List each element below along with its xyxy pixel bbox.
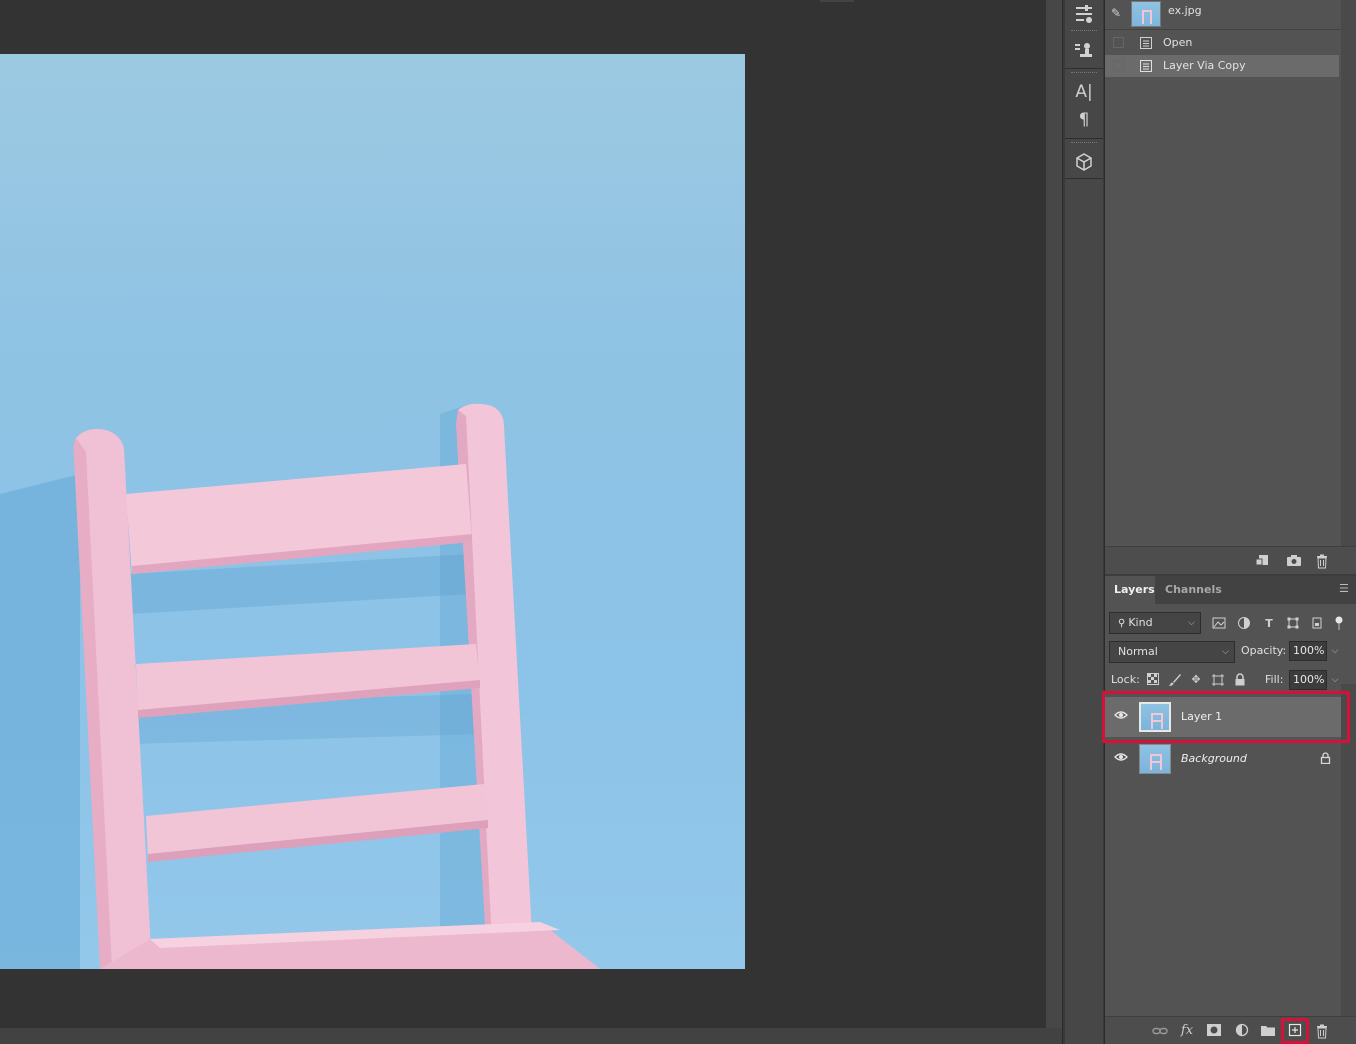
- lock-artboard-icon[interactable]: [1211, 673, 1225, 687]
- paragraph-icon[interactable]: ¶: [1065, 106, 1103, 134]
- layer-name[interactable]: Background: [1181, 752, 1247, 765]
- chevron-down-icon: ⌵: [1222, 647, 1229, 657]
- history-scrollbar[interactable]: [1341, 0, 1356, 546]
- panel-dock-strip: A| ¶: [1062, 0, 1104, 1044]
- character-icon[interactable]: A|: [1065, 78, 1103, 106]
- history-source-checkbox[interactable]: [1113, 60, 1124, 71]
- history-state-label: Layer Via Copy: [1163, 59, 1246, 72]
- opacity-field[interactable]: 100%: [1289, 641, 1327, 661]
- chair-photo: [0, 403, 600, 969]
- layer-thumbnail[interactable]: [1139, 744, 1171, 774]
- pixel-filter-icon[interactable]: [1211, 616, 1227, 632]
- fill-field[interactable]: 100%: [1289, 670, 1327, 690]
- layer-thumbnail[interactable]: [1139, 702, 1171, 732]
- fx-icon[interactable]: fx: [1179, 1023, 1195, 1039]
- opacity-label: Opacity:: [1241, 644, 1287, 657]
- tool-separator: [1071, 72, 1097, 74]
- document-image[interactable]: [0, 54, 745, 969]
- canvas-area[interactable]: [0, 0, 1046, 1028]
- tool-divider: [1065, 138, 1103, 139]
- layers-panel-tabs: Layers Channels ☰: [1105, 576, 1356, 604]
- document-icon: [1139, 36, 1153, 50]
- camera-icon[interactable]: [1286, 553, 1302, 569]
- lock-transparent-pixels-icon[interactable]: [1146, 673, 1160, 687]
- history-panel: ✎ ex.jpg Open Layer Via Copy: [1105, 0, 1356, 574]
- history-brush-icon[interactable]: ✎: [1111, 6, 1121, 20]
- tab-layers[interactable]: Layers: [1105, 576, 1155, 604]
- history-state-open[interactable]: Open: [1105, 32, 1339, 54]
- type-filter-icon[interactable]: T: [1261, 616, 1277, 632]
- ruler-mark: [820, 0, 854, 2]
- visibility-eye-icon[interactable]: [1114, 710, 1128, 724]
- new-document-from-state-icon[interactable]: [1255, 553, 1271, 569]
- chevron-down-icon: ⌵: [1188, 618, 1195, 628]
- tool-separator: [1071, 30, 1097, 32]
- blend-mode-dropdown[interactable]: Normal ⌵: [1109, 641, 1235, 663]
- trash-icon[interactable]: [1314, 553, 1330, 569]
- new-group-icon[interactable]: [1260, 1023, 1276, 1039]
- tab-channels[interactable]: Channels: [1156, 576, 1231, 604]
- history-state-label: Open: [1163, 36, 1193, 49]
- visibility-eye-icon[interactable]: [1114, 752, 1128, 766]
- layers-panel: Layers Channels ☰ ⚲ Kind ⌵ T Normal ⌵ Op…: [1105, 576, 1356, 1044]
- lock-label: Lock:: [1111, 673, 1140, 686]
- smart-object-filter-icon[interactable]: [1309, 616, 1325, 632]
- history-state-layer-via-copy[interactable]: Layer Via Copy: [1105, 55, 1339, 77]
- vertical-scrollbar[interactable]: [1046, 0, 1062, 1028]
- 3d-icon[interactable]: [1065, 148, 1103, 176]
- adjustment-layer-icon[interactable]: [1234, 1023, 1250, 1039]
- layer-row-layer-1[interactable]: Layer 1: [1105, 697, 1341, 737]
- add-mask-icon[interactable]: [1206, 1023, 1222, 1039]
- photoshop-window: A| ¶ ✎ ex.jpg Open Layer Via Copy Layers…: [0, 0, 1356, 1044]
- layer-locked-icon[interactable]: [1320, 752, 1331, 767]
- lock-position-icon[interactable]: ✥: [1189, 673, 1203, 687]
- tool-divider: [1065, 68, 1103, 69]
- adjustment-filter-icon[interactable]: [1236, 616, 1252, 632]
- filter-toggle-icon[interactable]: [1331, 616, 1347, 632]
- layers-footer: fx: [1105, 1016, 1356, 1044]
- search-icon: ⚲: [1118, 618, 1126, 629]
- fill-dropdown-icon[interactable]: ⌵: [1328, 670, 1342, 690]
- layer-filter-kind-dropdown[interactable]: ⚲ Kind ⌵: [1109, 612, 1201, 634]
- clone-source-icon[interactable]: [1065, 36, 1103, 64]
- delete-layer-icon[interactable]: [1314, 1023, 1330, 1039]
- horizontal-scrollbar[interactable]: [0, 1028, 1062, 1044]
- new-layer-icon[interactable]: [1287, 1023, 1303, 1039]
- lock-image-pixels-icon[interactable]: [1168, 673, 1182, 687]
- right-panel-column: ✎ ex.jpg Open Layer Via Copy Layers Chan…: [1104, 0, 1356, 1044]
- document-icon: [1139, 59, 1153, 73]
- layer-name[interactable]: Layer 1: [1181, 710, 1222, 723]
- filter-kind-label: Kind: [1128, 616, 1153, 629]
- tool-separator: [1071, 142, 1097, 144]
- layers-scrollbar[interactable]: [1341, 684, 1356, 1016]
- history-footer: [1105, 546, 1356, 574]
- lock-all-icon[interactable]: [1233, 673, 1247, 687]
- adjustments-icon[interactable]: [1065, 0, 1103, 28]
- panel-menu-icon[interactable]: ☰: [1339, 583, 1351, 595]
- history-source-checkbox[interactable]: [1113, 37, 1124, 48]
- fill-label: Fill:: [1265, 673, 1284, 686]
- history-snapshot[interactable]: ✎ ex.jpg: [1105, 0, 1356, 30]
- snapshot-name: ex.jpg: [1168, 4, 1202, 17]
- layer-row-background[interactable]: Background: [1105, 739, 1341, 779]
- tool-divider: [1065, 178, 1103, 179]
- blend-mode-value: Normal: [1118, 645, 1158, 658]
- shape-filter-icon[interactable]: [1285, 616, 1301, 632]
- link-layers-icon[interactable]: [1152, 1023, 1168, 1039]
- snapshot-thumbnail: [1131, 1, 1161, 27]
- opacity-dropdown-icon[interactable]: ⌵: [1328, 641, 1342, 661]
